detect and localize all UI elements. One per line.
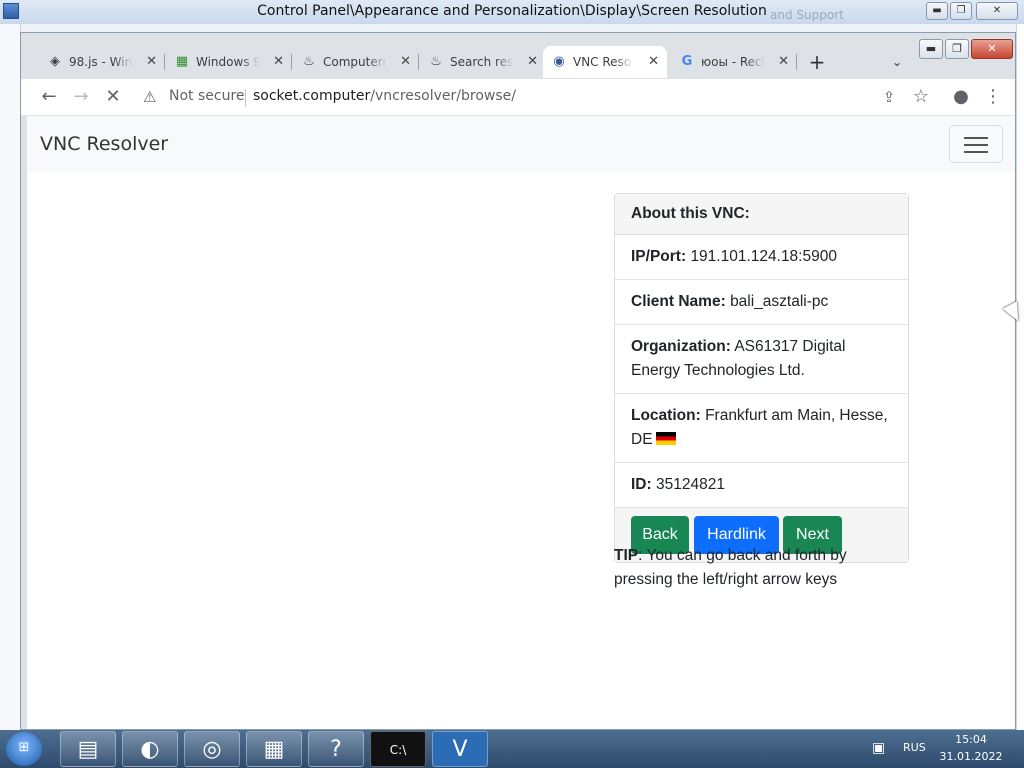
start-button[interactable]: ⊞	[6, 732, 42, 766]
hamburger-line	[964, 151, 988, 153]
bg-minimize-button[interactable]: ▬	[926, 2, 948, 20]
stop-loading-button[interactable]: ✕	[99, 83, 127, 111]
taskbar: ⊞ ▤ ◐ ◎ ▦ ? C:\ V ▣ RUS 15:04 31.01.2022	[0, 730, 1024, 768]
tab-label: Computernewb	[323, 55, 387, 69]
info-row-client-name: Client Name: bali_asztali-pc	[615, 280, 908, 325]
computer-icon: ♨	[430, 54, 442, 69]
help-icon[interactable]: ?	[308, 731, 364, 767]
row-label: Location:	[631, 407, 701, 424]
tab-strip: ◈ 98.js - Windo ✕ ▦ Windows 98 ✕ ♨ Compu…	[21, 33, 1015, 79]
tab-separator	[796, 54, 797, 70]
tab-label: юоы - Recher	[701, 55, 765, 69]
chrome-icon[interactable]: ◎	[184, 731, 240, 767]
chrome-close-button[interactable]: ✕	[971, 39, 1013, 59]
language-indicator[interactable]: RUS	[903, 741, 926, 754]
tab-google-search[interactable]: G юоы - Recher ✕	[671, 46, 797, 78]
back-button[interactable]: ←	[35, 83, 63, 111]
browser-menu-icon[interactable]: ⋮	[979, 83, 1007, 111]
forward-button[interactable]: →	[67, 83, 95, 111]
omnibox-separator	[245, 89, 246, 107]
tab-close-icon[interactable]: ✕	[146, 46, 157, 78]
security-label[interactable]: Not secure	[169, 88, 245, 104]
computer-icon: ♨	[303, 54, 315, 69]
firefox-icon[interactable]: ◐	[122, 731, 178, 767]
tab-windows98[interactable]: ▦ Windows 98 ✕	[166, 46, 292, 78]
site-brand[interactable]: VNC Resolver	[40, 133, 168, 155]
keyboard-tip: TIP: You can go back and forth by pressi…	[614, 544, 904, 592]
new-tab-button[interactable]: +	[805, 50, 829, 74]
tab-close-icon[interactable]: ✕	[273, 46, 284, 78]
clock-date[interactable]: 31.01.2022	[936, 750, 1006, 763]
page-viewport: VNC Resolver About this VNC: IP/Port: 19…	[27, 116, 1015, 729]
hamburger-line	[964, 144, 988, 146]
globe-dark-icon: ◈	[50, 54, 60, 69]
vnc-icon: ◉	[553, 54, 565, 69]
control-panel-sidebar	[0, 24, 21, 730]
bookmark-star-icon[interactable]: ☆	[907, 83, 935, 111]
info-row-ip-port: IP/Port: 191.101.124.18:5900	[615, 235, 908, 280]
tab-label: VNC Resolver	[573, 55, 633, 69]
row-label: Organization:	[631, 338, 731, 355]
tab-close-icon[interactable]: ✕	[778, 46, 789, 78]
tab-close-icon[interactable]: ✕	[527, 46, 538, 78]
site-navbar: VNC Resolver	[27, 116, 1015, 172]
tab-vnc-resolver[interactable]: ◉ VNC Resolver ✕	[543, 46, 667, 78]
chrome-minimize-button[interactable]: ▬	[919, 39, 943, 59]
row-label: ID:	[631, 476, 652, 493]
url-path: /vncresolver/browse/	[370, 88, 516, 104]
hamburger-line	[964, 137, 988, 139]
chrome-window: ◈ 98.js - Windo ✕ ▦ Windows 98 ✕ ♨ Compu…	[20, 32, 1016, 730]
tab-label: Search results	[450, 55, 514, 69]
clock-time[interactable]: 15:04	[944, 733, 998, 746]
control-panel-titlebar: Control Panel\Appearance and Personaliza…	[0, 0, 1024, 24]
tab-separator	[418, 54, 419, 70]
profile-icon[interactable]: ●	[947, 83, 975, 111]
tab-search-results[interactable]: ♨ Search results ✕	[420, 46, 546, 78]
chrome-maximize-button[interactable]: ❐	[945, 39, 969, 59]
tip-label: TIP	[614, 547, 639, 564]
cmd-icon[interactable]: C:\	[370, 731, 426, 767]
row-value: 35124821	[655, 476, 725, 493]
row-label: Client Name:	[631, 293, 726, 310]
url-text[interactable]: socket.computer/vncresolver/browse/	[253, 88, 516, 104]
row-value: 191.101.124.18:5900	[690, 248, 837, 265]
windows-green-icon: ▦	[175, 54, 189, 69]
explorer-icon[interactable]: ▤	[60, 731, 116, 767]
tab-search-button[interactable]: ⌄	[885, 50, 909, 74]
tab-98js[interactable]: ◈ 98.js - Windo ✕	[39, 46, 165, 78]
germany-flag-icon	[655, 432, 676, 445]
tab-label: Windows 98	[196, 55, 260, 69]
tip-text: : You can go back and forth by pressing …	[614, 547, 847, 588]
control-panel-title: Control Panel\Appearance and Personaliza…	[257, 3, 767, 19]
browser-toolbar: ← → ✕ ⚠ Not secure socket.computer/vncre…	[21, 79, 1015, 116]
tab-close-icon[interactable]: ✕	[648, 46, 659, 78]
card-header: About this VNC:	[615, 194, 908, 235]
info-row-id: ID: 35124821	[615, 463, 908, 508]
bg-close-button[interactable]: ✕	[976, 2, 1018, 20]
tab-close-icon[interactable]: ✕	[400, 46, 411, 78]
bg-maximize-button[interactable]: ❐	[950, 2, 972, 20]
row-value: bali_asztali-pc	[730, 293, 829, 310]
share-icon[interactable]: ⇪	[875, 83, 903, 111]
address-bar[interactable]: ⚠ Not secure socket.computer/vncresolver…	[133, 81, 923, 113]
warning-icon: ⚠	[143, 88, 157, 106]
url-host: socket.computer	[253, 88, 371, 104]
vnc-info-card: About this VNC: IP/Port: 191.101.124.18:…	[614, 193, 909, 563]
vscode-icon[interactable]: V	[432, 731, 488, 767]
info-row-organization: Organization: AS61317 Digital Energy Tec…	[615, 325, 908, 394]
tab-separator	[291, 54, 292, 70]
tab-label: 98.js - Windo	[69, 55, 133, 69]
tab-computernewb[interactable]: ♨ Computernewb ✕	[293, 46, 419, 78]
google-icon: G	[681, 54, 693, 69]
network-icon[interactable]: ▣	[872, 740, 885, 756]
info-row-location: Location: Frankfurt am Main, Hesse, DE	[615, 394, 908, 463]
windows-logo-icon: ⊞	[18, 740, 30, 755]
help-support-text: and Support	[770, 8, 844, 22]
control-panel-edge	[1016, 24, 1024, 730]
row-label: IP/Port:	[631, 248, 687, 265]
tab-separator	[164, 54, 165, 70]
control-panel-icon[interactable]: ▦	[246, 731, 302, 767]
navbar-toggle-button[interactable]	[949, 125, 1003, 163]
